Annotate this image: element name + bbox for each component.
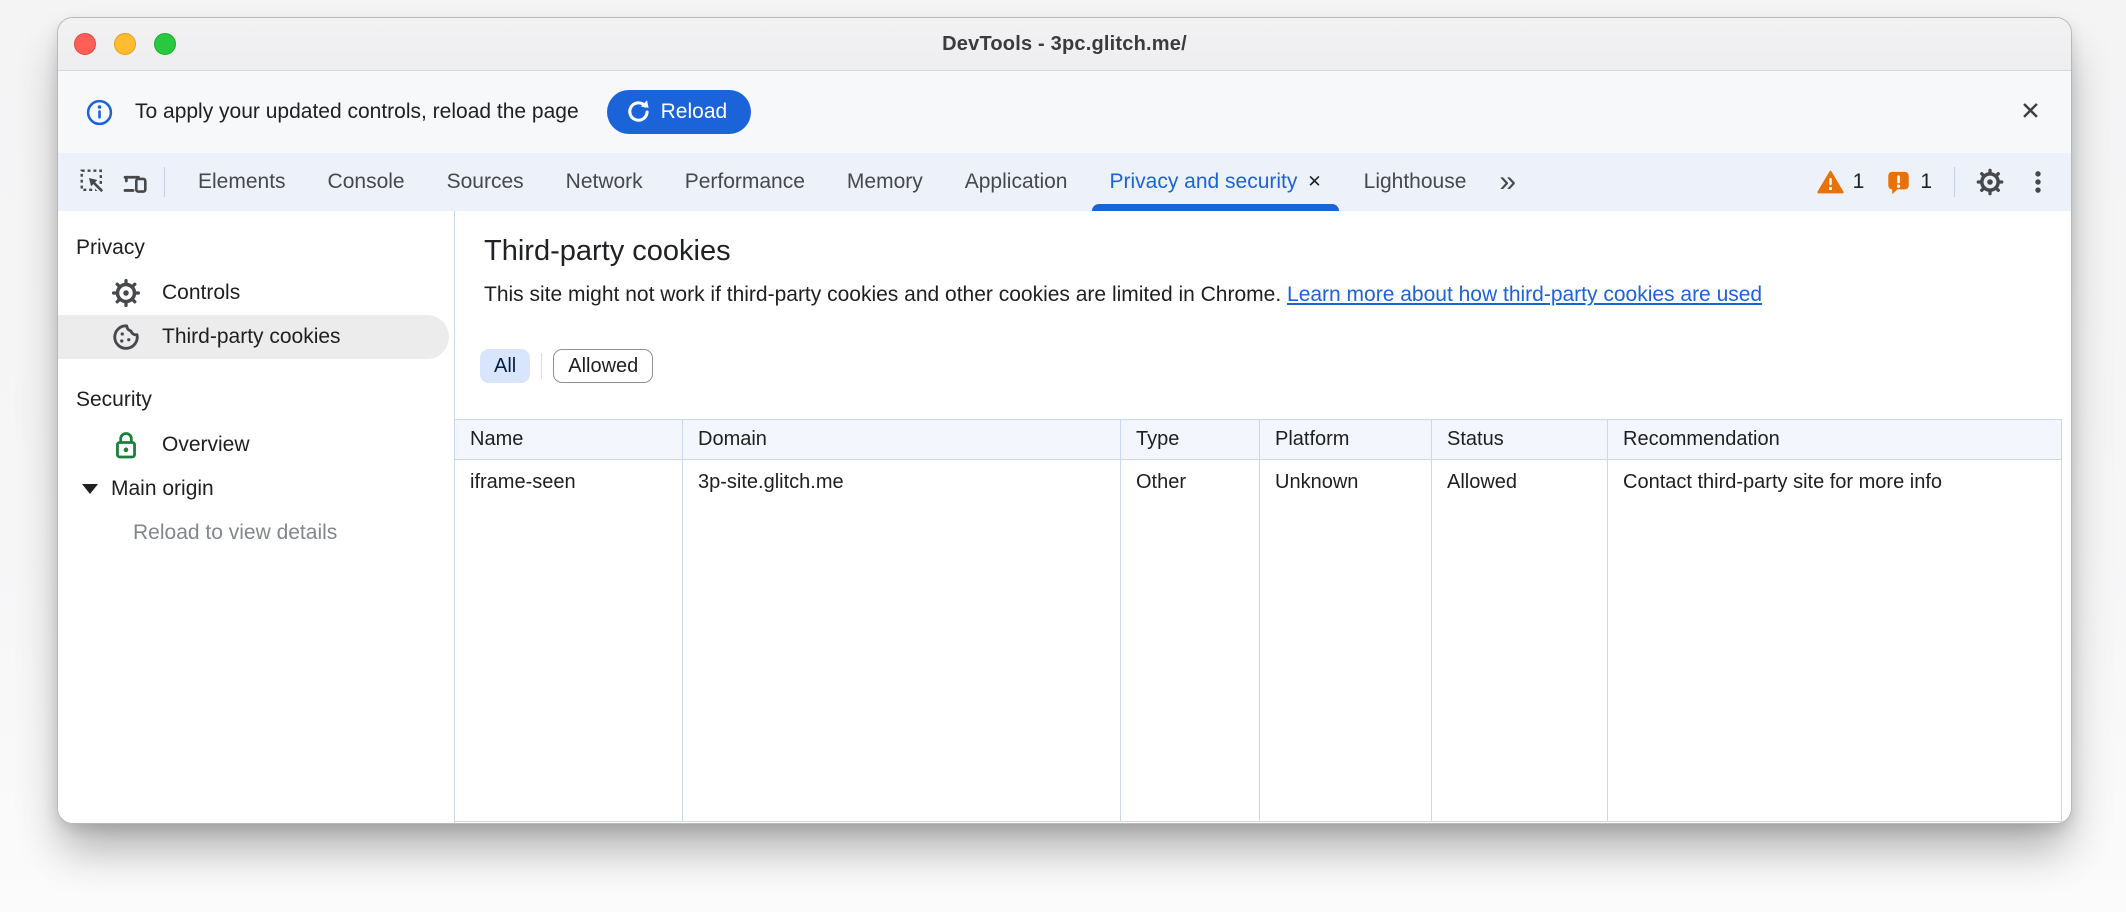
toggle-device-toolbar-button[interactable] [114,160,156,204]
column-header-recommendation[interactable]: Recommendation [1608,420,2062,459]
close-window-button[interactable] [74,33,96,55]
info-icon [86,99,113,126]
table-empty-area [455,504,2062,821]
sidebar-section-privacy: Privacy [58,235,454,261]
lock-icon [111,430,141,460]
page-title: Third-party cookies [484,233,2071,269]
tab-label: Lighthouse [1364,170,1467,194]
filter-all-chip[interactable]: All [480,349,530,383]
tab-console[interactable]: Console [307,153,426,211]
tab-label: Performance [685,170,805,194]
empty-cell [1260,504,1432,821]
warnings-indicator[interactable]: 1 [1809,170,1873,194]
column-header-domain[interactable]: Domain [683,420,1121,459]
infobar-message: To apply your updated controls, reload t… [135,100,579,124]
tab-network[interactable]: Network [545,153,664,211]
description-text: This site might not work if third-party … [484,283,1281,306]
tab-lighthouse[interactable]: Lighthouse [1343,153,1488,211]
panel-tabs: Elements Console Sources Network Perform… [177,153,1528,211]
refresh-icon [625,99,651,125]
toolbar-divider [164,167,165,197]
filter-divider [541,353,542,379]
column-header-status[interactable]: Status [1432,420,1608,459]
tab-memory[interactable]: Memory [826,153,944,211]
cell-status: Allowed [1432,460,1608,504]
empty-cell [683,504,1121,821]
window-titlebar: DevTools - 3pc.glitch.me/ [58,18,2071,71]
sidebar-item-overview[interactable]: Overview [58,423,454,467]
window-title: DevTools - 3pc.glitch.me/ [942,33,1187,56]
gear-icon [111,278,141,308]
issue-bubble-icon [1886,170,1911,195]
sidebar-item-label: Third-party cookies [162,325,341,349]
cell-platform: Unknown [1260,460,1432,504]
minimize-window-button[interactable] [114,33,136,55]
learn-more-link[interactable]: Learn more about how third-party cookies… [1287,283,1762,306]
sidebar-item-label: Controls [162,281,240,305]
warning-count: 1 [1853,170,1865,194]
panel-body: Privacy [58,211,2071,823]
tab-application[interactable]: Application [944,153,1089,211]
tab-performance[interactable]: Performance [664,153,826,211]
issues-indicator[interactable]: 1 [1878,170,1940,195]
cookie-icon [111,322,141,352]
fullscreen-window-button[interactable] [154,33,176,55]
empty-cell [455,504,683,821]
empty-cell [1608,504,2062,821]
inspect-element-button[interactable] [72,160,114,204]
triangle-down-icon [82,484,98,494]
tab-label: Memory [847,170,923,194]
kebab-menu-icon[interactable] [2017,160,2059,204]
privacy-security-sidebar: Privacy [58,211,455,823]
tab-close-icon[interactable]: ✕ [1307,172,1321,192]
tab-privacy-and-security[interactable]: Privacy and security ✕ [1088,153,1342,211]
filter-allowed-chip[interactable]: Allowed [553,349,653,383]
more-tabs-button[interactable]: » [1487,153,1528,211]
cell-domain: 3p-site.glitch.me [683,460,1121,504]
sidebar-item-main-origin[interactable]: Main origin [58,467,454,511]
devtools-toolbar: Elements Console Sources Network Perform… [58,153,2071,211]
toolbar-divider [1954,167,1955,197]
devtools-window: DevTools - 3pc.glitch.me/ To apply your … [57,17,2072,824]
status-filter-group: All Allowed [480,349,2071,383]
sidebar-item-controls[interactable]: Controls [58,271,454,315]
tab-label: Elements [198,170,286,194]
third-party-cookies-panel: Third-party cookies This site might not … [455,211,2071,823]
table-header-row: Name Domain Type Platform Status Recomme… [455,420,2062,460]
toolbar-status-area: 1 1 [1809,160,2059,204]
cell-type: Other [1121,460,1260,504]
cookies-table: Name Domain Type Platform Status Recomme… [455,419,2062,822]
column-header-platform[interactable]: Platform [1260,420,1432,459]
tab-label: Sources [447,170,524,194]
tab-elements[interactable]: Elements [177,153,307,211]
column-header-name[interactable]: Name [455,420,683,459]
empty-cell [1121,504,1260,821]
tab-label: Console [328,170,405,194]
warning-triangle-icon [1817,170,1844,194]
tab-label: Privacy and security [1109,170,1297,194]
tab-label: Network [566,170,643,194]
settings-gear-icon[interactable] [1969,160,2011,204]
reload-to-view-note: Reload to view details [58,511,454,555]
cell-name: iframe-seen [455,460,683,504]
sidebar-item-label: Overview [162,433,250,457]
tab-sources[interactable]: Sources [426,153,545,211]
table-row[interactable]: iframe-seen 3p-site.glitch.me Other Unkn… [455,460,2062,504]
column-header-type[interactable]: Type [1121,420,1260,459]
panel-description: This site might not work if third-party … [484,281,2071,309]
infobar: To apply your updated controls, reload t… [58,71,2071,153]
cell-recommendation: Contact third-party site for more info [1608,460,2062,504]
reload-button[interactable]: Reload [607,90,752,134]
traffic-lights [74,33,176,55]
sidebar-section-security: Security [58,387,454,413]
reload-button-label: Reload [661,100,728,124]
issue-count: 1 [1920,170,1932,194]
empty-cell [1432,504,1608,821]
sidebar-item-label: Main origin [111,477,214,501]
sidebar-item-third-party-cookies[interactable]: Third-party cookies [58,315,449,359]
tab-label: Application [965,170,1068,194]
infobar-close-icon[interactable]: ✕ [2020,100,2041,125]
